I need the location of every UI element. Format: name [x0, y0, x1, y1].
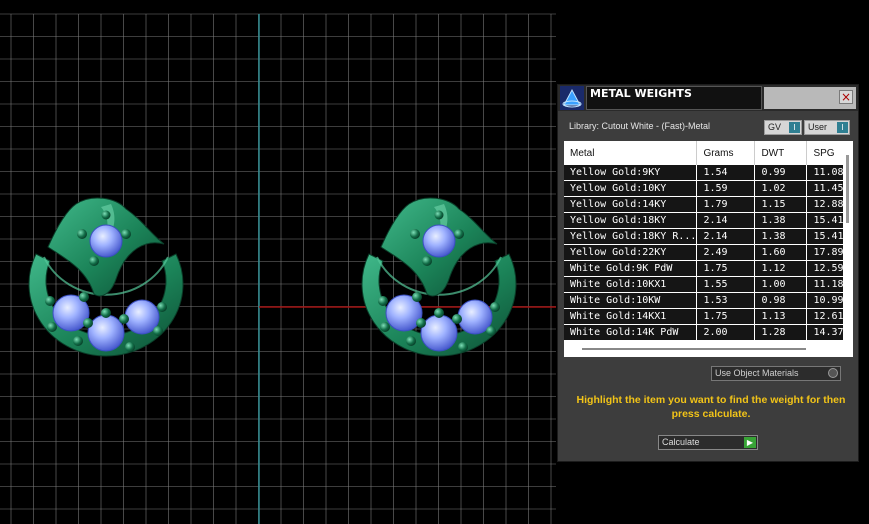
cell-spg: 14.37 — [806, 324, 849, 341]
use-object-materials-toggle[interactable]: Use Object Materials — [711, 366, 841, 381]
cell-spg: 12.88 — [806, 196, 849, 213]
cell-metal: White Gold:14KX1 — [564, 308, 698, 325]
panel-title: METAL WEIGHTS — [586, 86, 762, 110]
cell-spg: 12.61 — [806, 308, 849, 325]
radio-indicator-icon — [828, 368, 838, 378]
cell-metal: White Gold:14K PdW — [564, 324, 698, 341]
cell-grams: 1.54 — [696, 165, 756, 181]
cell-grams: 2.00 — [696, 324, 756, 341]
cell-grams: 1.55 — [696, 276, 756, 293]
gv-toggle-icon: I — [789, 122, 800, 133]
metal-weights-table: Metal Grams DWT SPG Yellow Gold:9KY 1.54 0… — [564, 141, 849, 341]
cell-grams: 1.75 — [696, 308, 756, 325]
play-arrow-icon: ▶ — [744, 437, 756, 448]
user-toggle-icon: I — [837, 122, 848, 133]
cell-metal: White Gold:9K PdW — [564, 260, 698, 277]
metal-table[interactable]: Metal Grams DWT SPG Yellow Gold:9KY 1.54 0… — [564, 141, 853, 357]
cell-grams: 1.75 — [696, 260, 756, 277]
cell-grams: 1.59 — [696, 180, 756, 197]
cell-dwt: 1.13 — [754, 308, 808, 325]
cell-grams: 1.53 — [696, 292, 756, 309]
cell-dwt: 1.60 — [754, 244, 808, 261]
instruction-text: Highlight the item you want to find the … — [576, 394, 846, 420]
cell-grams: 1.79 — [696, 196, 756, 213]
table-row[interactable]: Yellow Gold:18KY R... 2.14 1.38 15.41 — [564, 228, 849, 245]
vertical-scroll-thumb[interactable] — [846, 155, 849, 223]
table-row[interactable]: White Gold:14K PdW 2.00 1.28 14.37 — [564, 324, 849, 341]
column-header-dwt[interactable]: DWT — [754, 141, 808, 165]
cell-spg: 11.18 — [806, 276, 849, 293]
close-button[interactable]: × — [839, 90, 853, 104]
table-row[interactable]: Yellow Gold:10KY 1.59 1.02 11.45 — [564, 180, 849, 197]
panel-titlebar[interactable]: METAL WEIGHTS × — [558, 85, 858, 111]
horizontal-scrollbar[interactable] — [564, 341, 844, 357]
cell-metal: Yellow Gold:18KY R... — [564, 228, 698, 245]
cell-grams: 2.14 — [696, 212, 756, 229]
table-row[interactable]: Yellow Gold:18KY 2.14 1.38 15.41 — [564, 212, 849, 229]
cell-spg: 11.08 — [806, 165, 849, 181]
cell-spg: 15.41 — [806, 228, 849, 245]
metal-weights-panel: METAL WEIGHTS × Library: Cutout White - … — [557, 84, 859, 462]
cell-spg: 17.89 — [806, 244, 849, 261]
cell-metal: Yellow Gold:14KY — [564, 196, 698, 213]
vertical-scrollbar[interactable] — [843, 141, 853, 357]
cell-metal: Yellow Gold:10KY — [564, 180, 698, 197]
cell-dwt: 1.28 — [754, 324, 808, 341]
cell-dwt: 1.00 — [754, 276, 808, 293]
user-button-label: User — [808, 122, 828, 132]
column-header-grams[interactable]: Grams — [696, 141, 756, 165]
cell-spg: 10.99 — [806, 292, 849, 309]
cell-dwt: 1.38 — [754, 212, 808, 229]
horizontal-scroll-thumb[interactable] — [582, 348, 806, 350]
cell-metal: Yellow Gold:18KY — [564, 212, 698, 229]
user-button[interactable]: User I — [804, 120, 850, 135]
cell-spg: 15.41 — [806, 212, 849, 229]
earring-model-right[interactable] — [361, 197, 517, 357]
cell-dwt: 1.02 — [754, 180, 808, 197]
cell-spg: 11.45 — [806, 180, 849, 197]
earring-model-left[interactable] — [28, 197, 184, 357]
gv-button-label: GV — [768, 122, 782, 132]
use-object-materials-label: Use Object Materials — [715, 368, 799, 378]
cell-metal: White Gold:10KW — [564, 292, 698, 309]
cell-metal: White Gold:10KX1 — [564, 276, 698, 293]
app-logo-icon — [560, 86, 584, 110]
cell-grams: 2.14 — [696, 228, 756, 245]
table-row[interactable]: White Gold:10KW 1.53 0.98 10.99 — [564, 292, 849, 309]
table-row[interactable]: White Gold:10KX1 1.55 1.00 11.18 — [564, 276, 849, 293]
column-header-metal[interactable]: Metal — [564, 141, 698, 165]
cell-dwt: 0.98 — [754, 292, 808, 309]
table-row[interactable]: Yellow Gold:14KY 1.79 1.15 12.88 — [564, 196, 849, 213]
table-row[interactable]: Yellow Gold:22KY 2.49 1.60 17.89 — [564, 244, 849, 261]
library-label: Library: Cutout White - (Fast)-Metal — [569, 121, 711, 131]
table-row[interactable]: White Gold:9K PdW 1.75 1.12 12.59 — [564, 260, 849, 277]
table-row[interactable]: White Gold:14KX1 1.75 1.13 12.61 — [564, 308, 849, 325]
column-header-spg[interactable]: SPG — [806, 141, 849, 165]
gv-button[interactable]: GV I — [764, 120, 802, 135]
cell-metal: Yellow Gold:22KY — [564, 244, 698, 261]
cell-metal: Yellow Gold:9KY — [564, 165, 698, 181]
calculate-button-label: Calculate — [662, 437, 700, 447]
cell-dwt: 1.12 — [754, 260, 808, 277]
calculate-button[interactable]: Calculate ▶ — [658, 435, 758, 450]
table-row[interactable]: Yellow Gold:9KY 1.54 0.99 11.08 — [564, 165, 849, 181]
cell-dwt: 0.99 — [754, 165, 808, 181]
cell-spg: 12.59 — [806, 260, 849, 277]
table-header-row: Metal Grams DWT SPG — [564, 141, 849, 165]
cell-dwt: 1.15 — [754, 196, 808, 213]
cell-grams: 2.49 — [696, 244, 756, 261]
cell-dwt: 1.38 — [754, 228, 808, 245]
